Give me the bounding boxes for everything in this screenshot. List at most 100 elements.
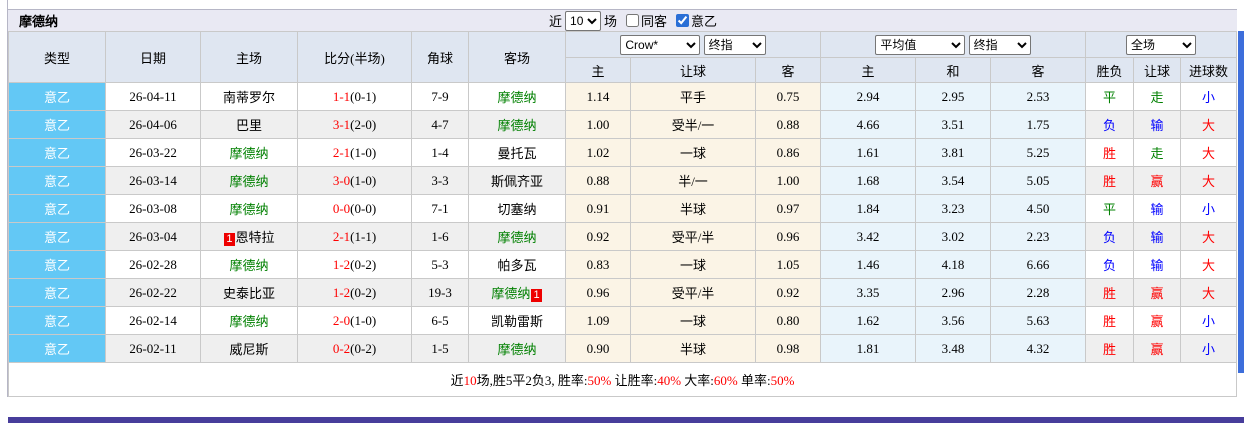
score-halftime: (0-2) bbox=[350, 256, 377, 272]
cell-avg-draw: 3.23 bbox=[915, 194, 991, 223]
col-header-away: 客场 bbox=[468, 31, 566, 83]
score-halftime: (0-2) bbox=[350, 340, 377, 356]
cell-odds-away: 1.05 bbox=[755, 250, 821, 279]
scrollbar-strip[interactable] bbox=[1238, 31, 1244, 373]
cell-avg-away: 2.53 bbox=[989, 82, 1087, 111]
cell-corners: 6-5 bbox=[411, 306, 469, 335]
cell-corners: 19-3 bbox=[411, 278, 469, 307]
cell-avg-away: 5.05 bbox=[989, 166, 1087, 195]
cell-away-team: 斯佩齐亚 bbox=[468, 166, 566, 195]
cell-avg-draw: 4.18 bbox=[915, 250, 991, 279]
team-name: 摩德纳 bbox=[497, 342, 537, 357]
cell-avg-away: 2.23 bbox=[989, 222, 1087, 251]
cell-result-goals: 小 bbox=[1180, 194, 1238, 223]
cell-odds-handicap: 半球 bbox=[630, 334, 756, 363]
cell-avg-draw: 3.54 bbox=[915, 166, 991, 195]
same-away-checkbox[interactable] bbox=[626, 14, 640, 27]
cell-corners: 4-7 bbox=[411, 110, 469, 139]
cell-avg-home: 2.94 bbox=[820, 82, 916, 111]
score-halftime: (1-0) bbox=[350, 144, 377, 160]
final-odds-select-1[interactable]: 终指 bbox=[703, 34, 766, 55]
scope-select[interactable]: 全场 bbox=[1126, 34, 1197, 55]
summary-segment: 60% bbox=[713, 373, 738, 388]
cell-score: 1-2(0-2) bbox=[297, 250, 412, 279]
same-away-label: 同客 bbox=[641, 14, 668, 29]
summary-segment: 单率: bbox=[737, 373, 771, 388]
cell-odds-handicap: 受平/半 bbox=[630, 222, 756, 251]
score-fulltime: 2-0 bbox=[332, 312, 351, 328]
recent-count-select[interactable]: 10 bbox=[565, 10, 602, 31]
cell-avg-draw: 2.96 bbox=[915, 278, 991, 307]
cell-result-outcome: 胜 bbox=[1085, 138, 1135, 167]
cell-result-goals: 大 bbox=[1180, 222, 1238, 251]
cell-avg-home: 3.35 bbox=[820, 278, 916, 307]
summary-segment: 40% bbox=[657, 373, 682, 388]
cell-league: 意乙 bbox=[8, 222, 106, 251]
col-header-date: 日期 bbox=[105, 31, 201, 83]
team-name: 史泰比亚 bbox=[222, 286, 275, 301]
cell-home-team: 摩德纳 bbox=[200, 250, 298, 279]
final-odds-select-2[interactable]: 终指 bbox=[968, 34, 1031, 55]
cell-avg-home: 3.42 bbox=[820, 222, 916, 251]
score-halftime: (1-0) bbox=[350, 172, 377, 188]
cell-avg-draw: 3.48 bbox=[915, 334, 991, 363]
score-fulltime: 3-1 bbox=[332, 116, 351, 132]
red-card-badge: 1 bbox=[224, 233, 235, 246]
cell-avg-away: 5.63 bbox=[989, 306, 1087, 335]
league-label: 意乙 bbox=[691, 14, 718, 29]
cell-score: 0-2(0-2) bbox=[297, 334, 412, 363]
score-fulltime: 2-1 bbox=[332, 144, 351, 160]
cell-result-outcome: 负 bbox=[1085, 110, 1135, 139]
score-halftime: (0-1) bbox=[350, 88, 377, 104]
header-group-row: 类型 日期 主场 比分(半场) 角球 客场 Crow* 终指 平均值 终指 全场 bbox=[8, 31, 1238, 83]
score-fulltime: 1-2 bbox=[332, 284, 351, 300]
cell-league: 意乙 bbox=[8, 138, 106, 167]
cell-league: 意乙 bbox=[8, 194, 106, 223]
cell-away-team: 帕多瓦 bbox=[468, 250, 566, 279]
cell-odds-away: 0.92 bbox=[755, 278, 821, 307]
score-halftime: (1-1) bbox=[350, 228, 377, 244]
cell-odds-handicap: 半球 bbox=[630, 194, 756, 223]
cell-league: 意乙 bbox=[8, 278, 106, 307]
odds-group-header: Crow* 终指 bbox=[565, 31, 821, 58]
cell-away-team: 摩德纳 bbox=[468, 334, 566, 363]
summary-segment: 近 bbox=[450, 373, 464, 388]
col-header-result-goals: 进球数 bbox=[1180, 57, 1238, 83]
league-checkbox[interactable] bbox=[676, 14, 690, 27]
team-name: 摩德纳 bbox=[229, 258, 269, 273]
average-select[interactable]: 平均值 bbox=[875, 34, 966, 55]
cell-avg-home: 1.61 bbox=[820, 138, 916, 167]
summary-cell: 近10场,胜5平2负3, 胜率:50% 让胜率:40% 大率:60% 单率:50… bbox=[7, 362, 1238, 397]
col-header-odds-away: 客 bbox=[755, 57, 821, 83]
cell-score: 1-1(0-1) bbox=[297, 82, 412, 111]
cell-odds-home: 0.83 bbox=[565, 250, 631, 279]
cell-date: 26-03-14 bbox=[105, 166, 201, 195]
cell-result-handicap: 赢 bbox=[1133, 278, 1182, 307]
table-row: 意乙 26-02-11 威尼斯 0-2(0-2) 1-5 摩德纳 0.90 半球 0.98 1.8… bbox=[8, 334, 1238, 363]
cell-date: 26-03-04 bbox=[105, 222, 201, 251]
cell-avg-draw: 3.81 bbox=[915, 138, 991, 167]
odds-source-select[interactable]: Crow* bbox=[620, 34, 701, 55]
cell-date: 26-02-22 bbox=[105, 278, 201, 307]
cell-home-team: 威尼斯 bbox=[200, 334, 298, 363]
cell-score: 0-0(0-0) bbox=[297, 194, 412, 223]
summary-row: 近10场,胜5平2负3, 胜率:50% 让胜率:40% 大率:60% 单率:50… bbox=[7, 362, 1238, 397]
cell-result-goals: 小 bbox=[1180, 306, 1238, 335]
col-header-corner: 角球 bbox=[411, 31, 469, 83]
col-header-avg-home: 主 bbox=[820, 57, 916, 83]
cell-score: 3-1(2-0) bbox=[297, 110, 412, 139]
summary-segment: 50% bbox=[770, 373, 795, 388]
table-row: 意乙 26-03-22 摩德纳 2-1(1-0) 1-4 曼托瓦 1.02 一球 0.86 1.6… bbox=[8, 138, 1238, 167]
cell-odds-home: 1.00 bbox=[565, 110, 631, 139]
cell-score: 3-0(1-0) bbox=[297, 166, 412, 195]
cell-odds-home: 0.88 bbox=[565, 166, 631, 195]
cell-result-outcome: 胜 bbox=[1085, 166, 1135, 195]
cell-avg-away: 1.75 bbox=[989, 110, 1087, 139]
cell-away-team: 凯勒雷斯 bbox=[468, 306, 566, 335]
cell-odds-home: 1.09 bbox=[565, 306, 631, 335]
results-tbody: 意乙 26-04-11 南蒂罗尔 1-1(0-1) 7-9 摩德纳 1.14 平手 0.75 2.… bbox=[8, 82, 1238, 363]
cell-result-outcome: 平 bbox=[1085, 194, 1135, 223]
cell-league: 意乙 bbox=[8, 334, 106, 363]
cell-odds-home: 0.96 bbox=[565, 278, 631, 307]
score-halftime: (2-0) bbox=[350, 116, 377, 132]
